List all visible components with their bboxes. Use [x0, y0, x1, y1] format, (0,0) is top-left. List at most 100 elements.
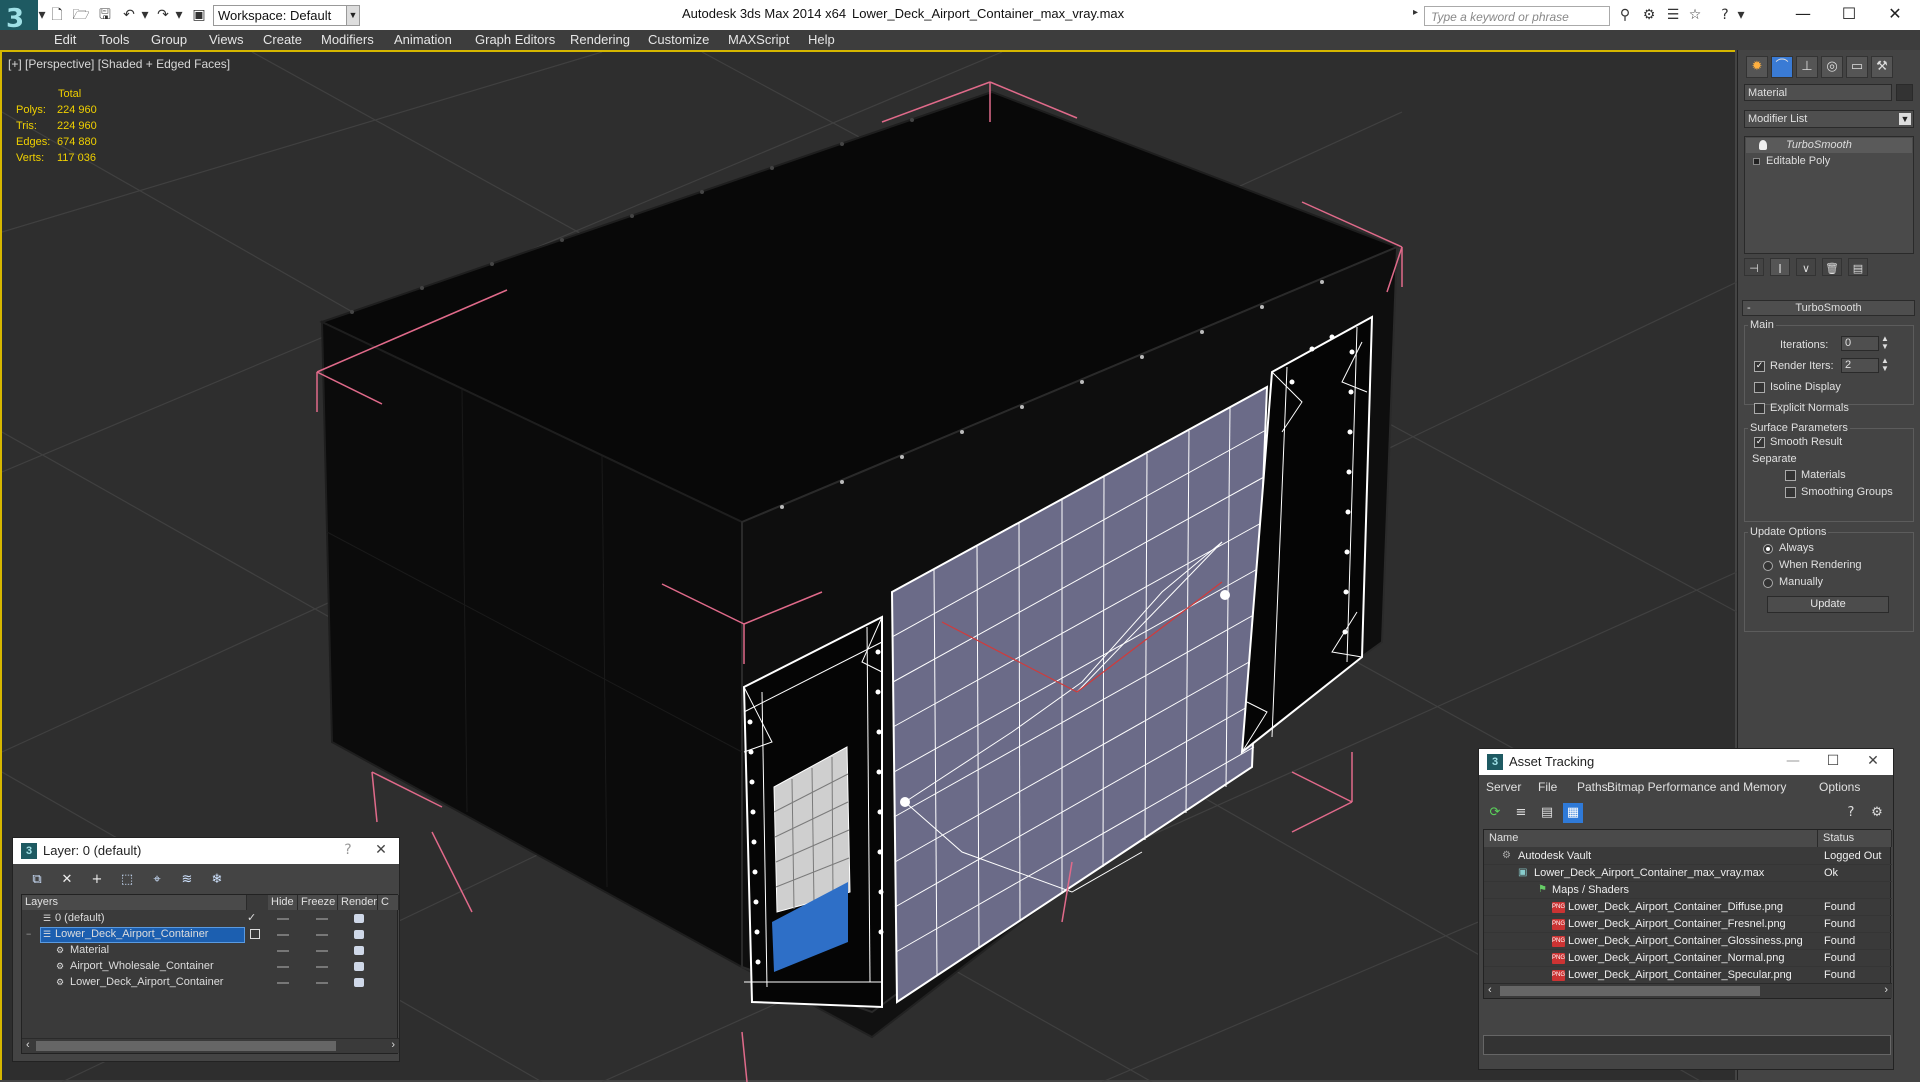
menu-modifiers[interactable]: Modifiers — [321, 32, 374, 47]
workspace-select[interactable]: Workspace: Default▾ — [213, 5, 359, 26]
active-layer-box[interactable] — [250, 929, 260, 939]
menu-options[interactable]: Options — [1819, 780, 1860, 794]
asset-row[interactable]: PNG Lower_Deck_Airport_Container_Glossin… — [1484, 933, 1892, 950]
freeze-toggle[interactable] — [316, 966, 328, 968]
update-always-radio[interactable] — [1763, 544, 1773, 554]
freeze-toggle[interactable] — [316, 982, 328, 984]
lightbulb-icon[interactable] — [1759, 140, 1767, 150]
freeze-unfreeze-all-icon[interactable]: ❄ — [207, 870, 227, 890]
menu-server[interactable]: Server — [1486, 780, 1521, 794]
menu-file[interactable]: File — [1538, 780, 1557, 794]
column-header-render[interactable]: Render — [338, 895, 378, 910]
menu-maxscript[interactable]: MAXScript — [728, 32, 789, 47]
hide-unhide-all-icon[interactable]: ≋ — [177, 870, 197, 890]
render-iters-spinner-icon[interactable]: ▲ ▼ — [1881, 357, 1889, 373]
isoline-display-checkbox[interactable] — [1754, 382, 1765, 393]
asset-row[interactable]: PNG Lower_Deck_Airport_Container_Fresnel… — [1484, 916, 1892, 933]
stack-item-turbosmooth[interactable]: TurboSmooth — [1746, 138, 1912, 153]
layer-window-titlebar[interactable]: 3 Layer: 0 (default) ? ✕ — [13, 838, 399, 864]
asset-row[interactable]: PNG Lower_Deck_Airport_Container_Diffuse… — [1484, 899, 1892, 916]
binoculars-icon[interactable]: ⚲ — [1616, 6, 1634, 24]
container-model[interactable] — [319, 90, 1400, 1039]
update-button[interactable]: Update — [1767, 596, 1889, 613]
menu-create[interactable]: Create — [263, 32, 302, 47]
asset-row[interactable]: PNG Lower_Deck_Airport_Container_Normal.… — [1484, 950, 1892, 967]
stack-item-editable-poly[interactable]: Editable Poly — [1746, 154, 1912, 169]
smooth-result-checkbox[interactable]: ✓ — [1754, 437, 1765, 448]
hide-toggle[interactable] — [277, 918, 289, 920]
scroll-left-icon[interactable]: ‹ — [26, 1039, 30, 1051]
save-file-icon[interactable]: 🖫 — [96, 6, 114, 24]
hide-toggle[interactable] — [277, 982, 289, 984]
column-header-c[interactable]: C — [378, 895, 399, 910]
table-view-icon[interactable]: ▦ — [1563, 803, 1583, 823]
undo-dropdown-icon[interactable]: ▾ — [136, 6, 154, 24]
configure-modifier-sets-icon[interactable]: ▤ — [1848, 258, 1868, 276]
settings-icon[interactable]: ⚙ — [1867, 803, 1887, 823]
search-input[interactable]: Type a keyword or phrase — [1424, 6, 1610, 26]
minimize-button[interactable]: — — [1773, 749, 1813, 775]
menu-help[interactable]: Help — [808, 32, 835, 47]
horizontal-scrollbar[interactable]: ‹ › — [1484, 983, 1892, 998]
expand-icon[interactable] — [1753, 158, 1760, 165]
asset-row[interactable]: ▣ Lower_Deck_Airport_Container_max_vray.… — [1484, 865, 1892, 882]
menu-tools[interactable]: Tools — [99, 32, 129, 47]
highlight-selected-icon[interactable]: ⌖ — [147, 870, 167, 890]
collapse-icon[interactable]: − — [26, 927, 31, 942]
column-header-status[interactable]: Status — [1818, 830, 1892, 847]
create-new-layer-icon[interactable]: ⧉ — [27, 870, 47, 890]
detail-view-icon[interactable]: ▤ — [1537, 803, 1557, 823]
viewport-label[interactable]: [+] [Perspective] [Shaded + Edged Faces] — [8, 57, 230, 71]
menu-bitmap-performance[interactable]: Bitmap Performance and Memory — [1607, 780, 1786, 794]
select-objects-icon[interactable]: ⬚ — [117, 870, 137, 890]
asset-window-titlebar[interactable]: 3 Asset Tracking — ☐ ✕ — [1479, 749, 1893, 775]
column-header-hide[interactable]: Hide — [268, 895, 298, 910]
help-button[interactable]: ? — [333, 838, 363, 864]
communication-icon[interactable]: ☰ — [1664, 6, 1682, 24]
scroll-thumb[interactable] — [36, 1041, 336, 1051]
column-header-layers[interactable]: Layers — [22, 895, 247, 910]
layer-row-selected[interactable]: − ☰ Lower_Deck_Airport_Container — [22, 927, 399, 943]
menu-animation[interactable]: Animation — [394, 32, 452, 47]
display-tab-icon[interactable]: ▭ — [1846, 56, 1868, 78]
menu-edit[interactable]: Edit — [54, 32, 76, 47]
explicit-normals-checkbox[interactable] — [1754, 403, 1765, 414]
layer-row[interactable]: ⚙ Lower_Deck_Airport_Container — [22, 975, 399, 991]
workspace-dropdown-button[interactable]: ▼ — [346, 5, 360, 26]
freeze-toggle[interactable] — [316, 950, 328, 952]
utilities-tab-icon[interactable]: ⚒ — [1871, 56, 1893, 78]
update-when-rendering-radio[interactable] — [1763, 561, 1773, 571]
list-view-icon[interactable]: ≡ — [1511, 803, 1531, 823]
render-teapot-icon[interactable] — [354, 962, 364, 971]
layer-row[interactable]: ⚙ Airport_Wholesale_Container — [22, 959, 399, 975]
minimize-button[interactable]: — — [1780, 0, 1826, 30]
hide-toggle[interactable] — [277, 966, 289, 968]
show-end-result-icon[interactable]: Ⅰ — [1770, 258, 1790, 276]
modifier-list-select[interactable]: Modifier List ▼ — [1744, 110, 1914, 128]
remove-modifier-icon[interactable]: 🗑 — [1822, 258, 1842, 276]
close-button[interactable]: ✕ — [1872, 0, 1918, 30]
freeze-toggle[interactable] — [316, 934, 328, 936]
column-header-freeze[interactable]: Freeze — [298, 895, 338, 910]
menu-customize[interactable]: Customize — [648, 32, 709, 47]
delete-layer-icon[interactable]: ✕ — [57, 870, 77, 890]
render-teapot-icon[interactable] — [354, 946, 364, 955]
rollout-header-turbosmooth[interactable]: - TurboSmooth — [1742, 300, 1915, 316]
motion-tab-icon[interactable]: ◎ — [1821, 56, 1843, 78]
add-selection-icon[interactable]: + — [87, 870, 107, 890]
favorites-icon[interactable]: ☆ — [1686, 6, 1704, 24]
render-teapot-icon[interactable] — [354, 978, 364, 987]
render-iters-input[interactable]: 2 — [1841, 358, 1879, 373]
render-teapot-icon[interactable] — [354, 930, 364, 939]
render-teapot-icon[interactable] — [354, 914, 364, 923]
asset-row[interactable]: ⚑ Maps / Shaders — [1484, 882, 1892, 899]
render-iters-checkbox[interactable]: ✓ — [1754, 361, 1765, 372]
scroll-right-icon[interactable]: › — [391, 1039, 395, 1051]
scroll-right-icon[interactable]: › — [1884, 984, 1888, 996]
new-file-icon[interactable]: 🗋 — [48, 6, 66, 24]
asset-row[interactable]: PNG Lower_Deck_Airport_Container_Specula… — [1484, 967, 1892, 984]
close-button[interactable]: ✕ — [363, 838, 399, 864]
scroll-thumb[interactable] — [1500, 986, 1760, 996]
object-name-field[interactable]: Material — [1744, 84, 1892, 101]
object-color-swatch[interactable] — [1896, 84, 1913, 101]
